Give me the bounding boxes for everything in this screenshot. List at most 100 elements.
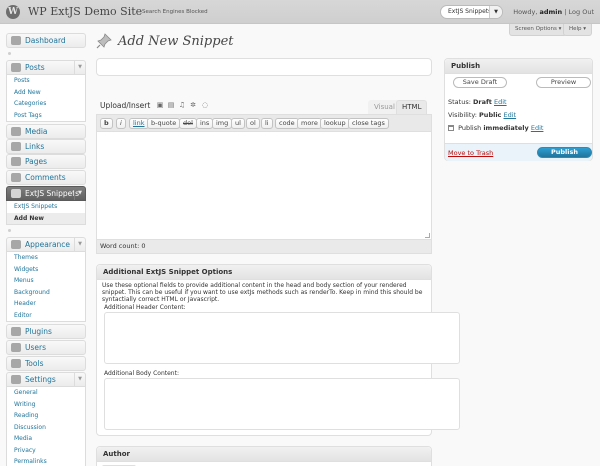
submenu-general[interactable]: General bbox=[7, 387, 85, 399]
save-draft-button[interactable]: Save Draft bbox=[453, 77, 507, 88]
qt-img-button[interactable]: img bbox=[212, 118, 233, 129]
submenu-settings-media[interactable]: Media bbox=[7, 433, 85, 445]
extjs-toggle-icon[interactable]: ▼ bbox=[74, 187, 85, 200]
tab-html[interactable]: HTML bbox=[396, 100, 428, 114]
media-icon bbox=[11, 127, 21, 136]
editor-container: b i link b-quote del ins img ul ol li co… bbox=[96, 114, 432, 254]
appearance-toggle-icon[interactable]: ▼ bbox=[74, 238, 85, 251]
add-video-icon[interactable]: ▤ bbox=[167, 101, 175, 109]
snippet-options-title[interactable]: Additional ExtJS Snippet Options bbox=[97, 265, 431, 280]
username-link[interactable]: admin bbox=[540, 8, 563, 16]
menu-comments[interactable]: Comments bbox=[6, 170, 86, 185]
upload-insert-label: Upload/Insert bbox=[100, 101, 151, 110]
author-title[interactable]: Author bbox=[97, 447, 431, 462]
menu-appearance[interactable]: Appearance ▼ bbox=[6, 237, 86, 252]
submenu-privacy[interactable]: Privacy bbox=[7, 445, 85, 457]
qt-bold-button[interactable]: b bbox=[100, 118, 113, 129]
submenu-editor[interactable]: Editor bbox=[7, 310, 85, 322]
submenu-header[interactable]: Header bbox=[7, 298, 85, 310]
posts-submenu: Posts Add New Categories Post Tags bbox=[6, 75, 86, 122]
links-icon bbox=[11, 142, 21, 151]
menu-links-label: Links bbox=[25, 142, 45, 151]
menu-posts-label: Posts bbox=[25, 63, 45, 72]
qt-code-button[interactable]: code bbox=[275, 118, 299, 129]
logout-link[interactable]: Log Out bbox=[569, 8, 594, 16]
submenu-extjs-snippets[interactable]: ExtJS Snippets bbox=[7, 201, 85, 213]
qt-ins-button[interactable]: ins bbox=[196, 118, 214, 129]
menu-plugins[interactable]: Plugins bbox=[6, 324, 86, 339]
submenu-permalinks[interactable]: Permalinks bbox=[7, 456, 85, 466]
menu-settings[interactable]: Settings ▼ bbox=[6, 372, 86, 387]
header-content-textarea[interactable] bbox=[104, 312, 460, 364]
submenu-writing[interactable]: Writing bbox=[7, 399, 85, 411]
edit-status-link[interactable]: Edit bbox=[494, 98, 507, 106]
schedule-label: Publish bbox=[458, 124, 482, 132]
submenu-widgets[interactable]: Widgets bbox=[7, 264, 85, 276]
qt-lookup-button[interactable]: lookup bbox=[320, 118, 350, 129]
qt-ul-button[interactable]: ul bbox=[231, 118, 245, 129]
menu-links[interactable]: Links bbox=[6, 139, 86, 154]
publish-button[interactable]: Publish bbox=[537, 147, 592, 158]
visibility-value: Public bbox=[479, 111, 502, 119]
menu-tools[interactable]: Tools bbox=[6, 356, 86, 371]
preview-button[interactable]: Preview bbox=[536, 77, 591, 88]
calendar-icon bbox=[448, 125, 454, 131]
snippet-title-input[interactable] bbox=[96, 58, 432, 76]
qt-li-button[interactable]: li bbox=[261, 118, 273, 129]
menu-appearance-label: Appearance bbox=[25, 240, 71, 249]
add-media-icon[interactable]: ✲ bbox=[189, 101, 197, 109]
pushpin-icon bbox=[96, 33, 112, 49]
submenu-post-tags[interactable]: Post Tags bbox=[7, 110, 85, 122]
user-info: Howdy, admin | Log Out bbox=[513, 8, 594, 16]
qt-italic-button[interactable]: i bbox=[116, 118, 126, 129]
add-extjs-icon[interactable]: ◌ bbox=[201, 101, 209, 109]
menu-dashboard[interactable]: Dashboard bbox=[6, 33, 86, 48]
menu-separator bbox=[8, 52, 11, 55]
status-value: Draft bbox=[472, 98, 492, 106]
quicktags-toolbar: b i link b-quote del ins img ul ol li co… bbox=[97, 115, 431, 132]
favorite-actions-dropdown[interactable]: ExtJS Snippets ▼ bbox=[440, 5, 503, 19]
publish-box-title[interactable]: Publish bbox=[445, 59, 592, 74]
resize-handle-icon[interactable] bbox=[425, 233, 430, 238]
status-label: Status: bbox=[448, 98, 471, 106]
qt-ol-button[interactable]: ol bbox=[246, 118, 260, 129]
qt-close-tags-button[interactable]: close tags bbox=[348, 118, 389, 129]
qt-del-button[interactable]: del bbox=[179, 118, 197, 129]
edit-visibility-link[interactable]: Edit bbox=[503, 111, 516, 119]
content-textarea[interactable] bbox=[97, 132, 431, 240]
menu-media[interactable]: Media bbox=[6, 124, 86, 139]
submenu-categories[interactable]: Categories bbox=[7, 98, 85, 110]
site-visibility-notice: Search Engines Blocked bbox=[142, 9, 208, 15]
site-title-link[interactable]: WP ExtJS Demo Site bbox=[28, 5, 142, 18]
visibility-label: Visibility: bbox=[448, 111, 477, 119]
submenu-menus[interactable]: Menus bbox=[7, 275, 85, 287]
qt-link-button[interactable]: link bbox=[129, 118, 149, 129]
submenu-background[interactable]: Background bbox=[7, 287, 85, 299]
submenu-themes[interactable]: Themes bbox=[7, 252, 85, 264]
menu-pages[interactable]: Pages bbox=[6, 154, 86, 169]
submenu-discussion[interactable]: Discussion bbox=[7, 422, 85, 434]
submenu-reading[interactable]: Reading bbox=[7, 410, 85, 422]
screen-options-tab[interactable]: Screen Options ▾ bbox=[509, 24, 568, 36]
body-content-textarea[interactable] bbox=[104, 378, 460, 430]
pages-icon bbox=[11, 157, 21, 166]
word-count: Word count: 0 bbox=[97, 239, 431, 253]
move-to-trash-link[interactable]: Move to Trash bbox=[448, 149, 493, 157]
posts-toggle-icon[interactable]: ▼ bbox=[74, 61, 85, 74]
menu-comments-label: Comments bbox=[25, 173, 66, 182]
menu-extjs-snippets[interactable]: ExtJS Snippets ▼ bbox=[6, 186, 86, 201]
menu-posts[interactable]: Posts ▼ bbox=[6, 60, 86, 75]
edit-schedule-link[interactable]: Edit bbox=[531, 124, 544, 132]
publish-actions: Move to Trash Publish bbox=[445, 143, 592, 161]
qt-more-button[interactable]: more bbox=[297, 118, 322, 129]
qt-blockquote-button[interactable]: b-quote bbox=[147, 118, 181, 129]
submenu-add-new-snippet[interactable]: Add New bbox=[7, 212, 85, 224]
submenu-add-new-post[interactable]: Add New bbox=[7, 87, 85, 99]
settings-toggle-icon[interactable]: ▼ bbox=[74, 373, 85, 386]
menu-users[interactable]: Users bbox=[6, 340, 86, 355]
add-image-icon[interactable]: ▣ bbox=[156, 101, 164, 109]
help-tab[interactable]: Help ▾ bbox=[563, 24, 593, 36]
submenu-posts[interactable]: Posts bbox=[7, 75, 85, 87]
chevron-down-icon[interactable]: ▼ bbox=[489, 6, 502, 18]
add-audio-icon[interactable]: ♫ bbox=[178, 101, 186, 109]
